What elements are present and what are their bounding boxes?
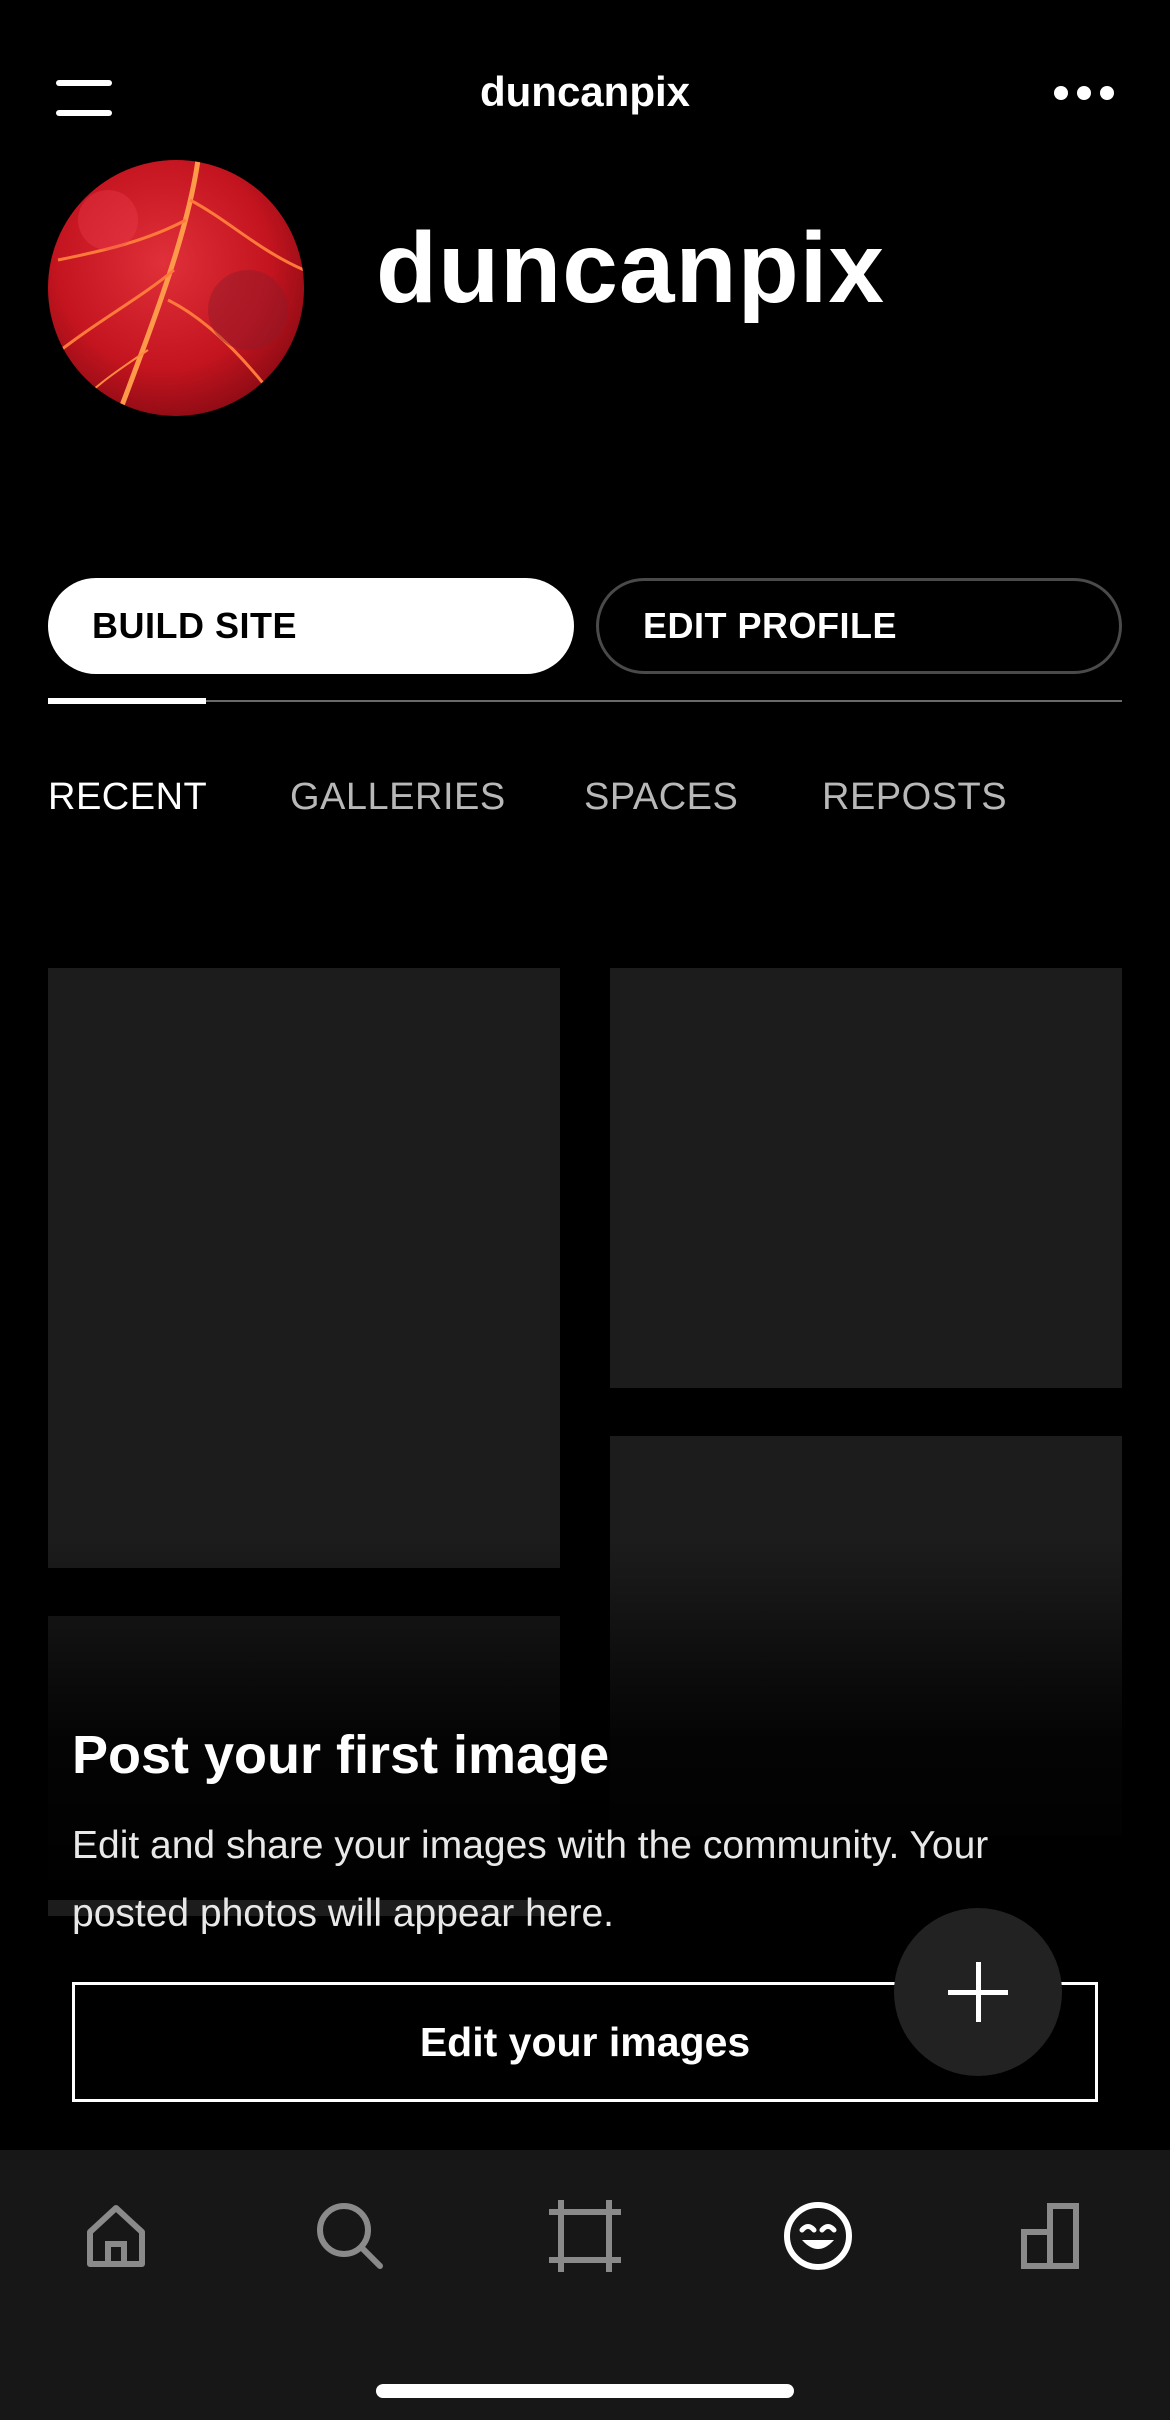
tab-spaces[interactable]: SPACES [584, 776, 738, 819]
tab-recent[interactable]: RECENT [48, 776, 207, 819]
stats-icon[interactable] [1012, 2196, 1092, 2276]
image-placeholder [48, 968, 560, 1568]
avatar[interactable] [48, 160, 304, 416]
home-icon[interactable] [76, 2196, 156, 2276]
bottom-tab-bar [0, 2150, 1170, 2420]
active-tab-indicator [48, 698, 206, 704]
crop-icon[interactable] [545, 2196, 625, 2276]
build-site-button[interactable]: BUILD SITE [48, 578, 574, 674]
add-image-button[interactable] [894, 1908, 1062, 2076]
profile-smile-icon[interactable] [778, 2196, 858, 2276]
search-icon[interactable] [310, 2196, 390, 2276]
tab-galleries[interactable]: GALLERIES [290, 776, 506, 819]
tabs-divider [48, 700, 1122, 702]
tab-reposts[interactable]: REPOSTS [822, 776, 1007, 819]
edit-profile-button[interactable]: EDIT PROFILE [596, 578, 1122, 674]
empty-state-title: Post your first image [72, 1725, 610, 1785]
profile-name: duncanpix [376, 212, 886, 324]
header-title: duncanpix [479, 68, 691, 115]
home-indicator [376, 2384, 794, 2398]
more-options-icon[interactable] [1054, 86, 1114, 100]
image-placeholder [610, 968, 1122, 1388]
